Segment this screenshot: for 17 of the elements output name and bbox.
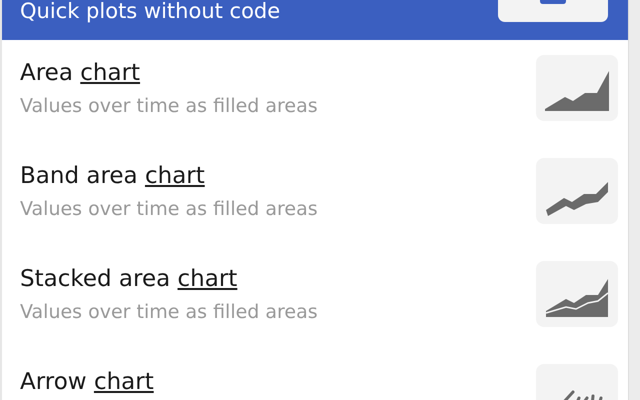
chart-link[interactable]: chart bbox=[178, 266, 238, 292]
chart-title: Arrow chart bbox=[20, 368, 154, 397]
chart-link[interactable]: chart bbox=[144, 163, 205, 189]
chart-thumbnail[interactable] bbox=[536, 261, 618, 327]
chart-title: Stacked area chart bbox=[20, 265, 238, 294]
chart-thumbnail[interactable] bbox=[536, 158, 618, 224]
chart-title: Area chart bbox=[20, 59, 142, 88]
chart-thumbnail[interactable] bbox=[536, 55, 618, 121]
chart-title: Band area chart bbox=[20, 162, 206, 191]
header-button[interactable] bbox=[498, 0, 608, 22]
chart-link[interactable]: chart bbox=[94, 369, 154, 395]
scrollbar[interactable] bbox=[628, 0, 640, 400]
chart-description: Values over time as filled areas bbox=[20, 197, 318, 221]
chart-link[interactable]: chart bbox=[80, 60, 140, 86]
chart-description: Values over time as filled areas bbox=[20, 300, 318, 324]
chart-description: Values over time as filled areas bbox=[20, 94, 318, 118]
header-title: Quick plots without code bbox=[20, 0, 280, 22]
